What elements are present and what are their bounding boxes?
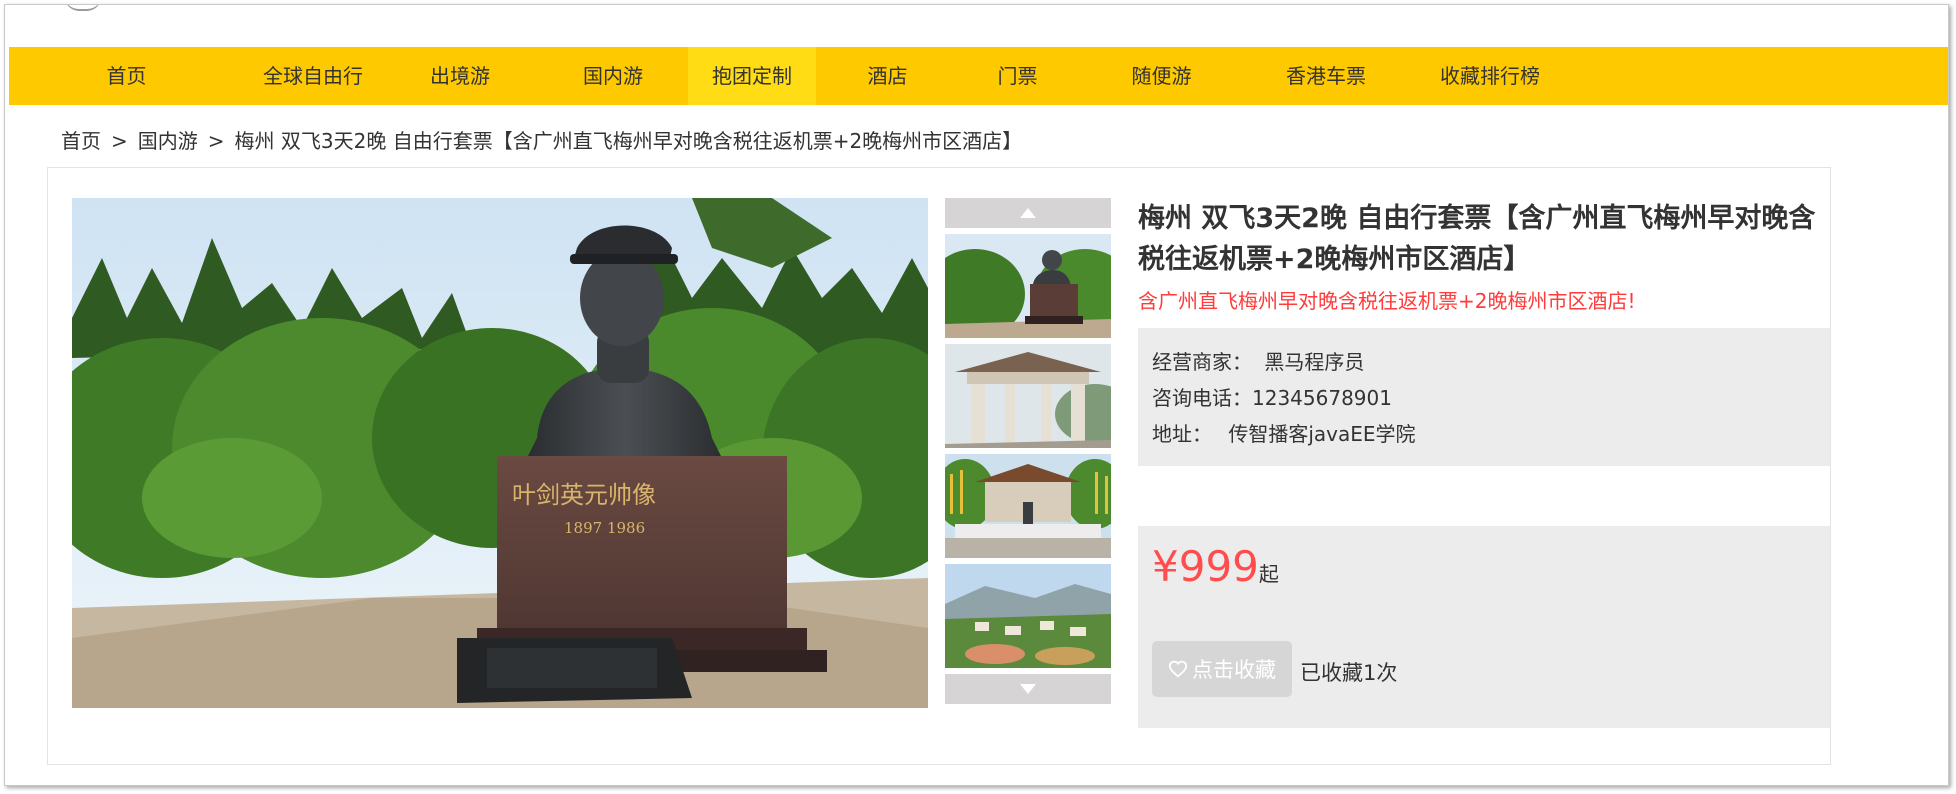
product-info: 梅州 双飞3天2晚 自由行套票【含广州直飞梅州早对晚含税往返机票+2晚梅州市区酒… — [1138, 198, 1830, 728]
nav-item-domestic[interactable]: 国内游 — [538, 47, 688, 105]
heart-icon — [1168, 660, 1188, 678]
nav-item-hotel[interactable]: 酒店 — [816, 47, 959, 105]
price-box: ¥999起 点击收藏 已收藏1次 — [1138, 526, 1830, 728]
merchant-row: 经营商家： 黑马程序员 — [1152, 344, 1816, 380]
statue-inscription: 叶剑英元帅像 — [512, 481, 656, 509]
phone-row: 咨询电话：12345678901 — [1152, 380, 1816, 416]
thumbnail-gallery — [945, 198, 1111, 708]
price: ¥999起 — [1152, 542, 1279, 591]
thumbnail-memorial-hall[interactable] — [945, 454, 1111, 558]
merchant-value: 黑马程序员 — [1264, 350, 1365, 374]
address-row: 地址： 传智播客javaEE学院 — [1152, 416, 1816, 452]
add-favorite-button[interactable]: 点击收藏 — [1152, 641, 1292, 697]
chevron-down-icon — [1020, 684, 1036, 694]
breadcrumb-separator: > — [111, 129, 128, 153]
nav-item-outbound[interactable]: 出境游 — [382, 47, 538, 105]
statue-years: 1897 1986 — [564, 519, 645, 537]
product-title: 梅州 双飞3天2晚 自由行套票【含广州直飞梅州早对晚含税往返机票+2晚梅州市区酒… — [1138, 203, 1816, 275]
thumbnail-scroll-down-button[interactable] — [945, 674, 1111, 704]
nav-item-group-custom[interactable]: 抱团定制 — [688, 47, 816, 105]
thumbnail-gate[interactable] — [945, 344, 1111, 448]
add-favorite-label: 点击收藏 — [1192, 658, 1276, 682]
thumbnail-statue[interactable] — [945, 234, 1111, 338]
nav-item-tickets[interactable]: 门票 — [959, 47, 1076, 105]
address-value: 传智播客javaEE学院 — [1228, 422, 1416, 446]
favorite-count: 已收藏1次 — [1300, 661, 1398, 685]
main-nav: 首页 全球自由行 出境游 国内游 抱团定制 酒店 门票 随便游 香港车票 收藏排… — [9, 47, 1948, 105]
price-value: ¥999 — [1152, 542, 1259, 591]
breadcrumb: 首页 > 国内游 > 梅州 双飞3天2晚 自由行套票【含广州直飞梅州早对晚含税往返机票+… — [61, 125, 1022, 154]
main-product-photo: 叶剑英元帅像 1897 1986 — [72, 198, 928, 708]
phone-label: 咨询电话： — [1152, 386, 1252, 410]
nav-item-casual-travel[interactable]: 随便游 — [1076, 47, 1247, 105]
phone-value: 12345678901 — [1252, 386, 1392, 410]
merchant-info-box: 经营商家： 黑马程序员 咨询电话：12345678901 地址： 传智播客jav… — [1138, 328, 1830, 466]
breadcrumb-current: 梅州 双飞3天2晚 自由行套票【含广州直飞梅州早对晚含税往返机票+2晚梅州市区酒… — [234, 129, 1023, 153]
nav-item-home[interactable]: 首页 — [9, 47, 244, 105]
breadcrumb-separator: > — [207, 129, 225, 153]
address-label: 地址： — [1152, 422, 1212, 446]
browser-page: 首页 全球自由行 出境游 国内游 抱团定制 酒店 门票 随便游 香港车票 收藏排… — [4, 4, 1949, 786]
thumbnail-village[interactable] — [945, 564, 1111, 668]
merchant-label: 经营商家： — [1152, 350, 1252, 374]
chevron-up-icon — [1020, 208, 1036, 218]
nav-item-favorite-ranking[interactable]: 收藏排行榜 — [1405, 47, 1575, 105]
thumbnail-scroll-up-button[interactable] — [945, 198, 1111, 228]
nav-item-hk-bus[interactable]: 香港车票 — [1247, 47, 1405, 105]
product-detail-panel: 叶剑英元帅像 1897 1986 梅州 双飞3天2晚 自由行套票【含广州直飞梅州… — [47, 167, 1831, 765]
nav-item-global-free-travel[interactable]: 全球自由行 — [244, 47, 382, 105]
breadcrumb-domestic[interactable]: 国内游 — [138, 129, 198, 153]
breadcrumb-home[interactable]: 首页 — [61, 129, 101, 153]
price-suffix: 起 — [1258, 562, 1279, 586]
product-subtitle: 含广州直飞梅州早对晚含税往返机票+2晚梅州市区酒店! — [1138, 289, 1636, 313]
logo-fragment — [65, 5, 101, 11]
